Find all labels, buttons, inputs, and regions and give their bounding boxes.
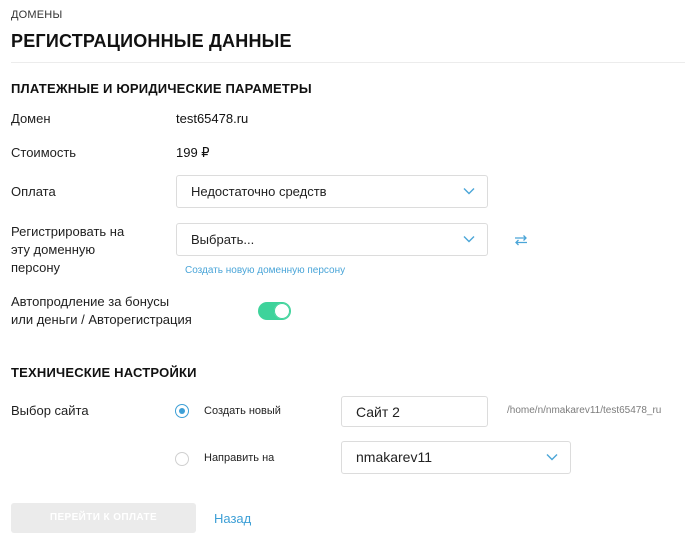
domain-person-select[interactable]: Выбрать...: [176, 223, 488, 256]
chevron-down-icon: [463, 188, 475, 195]
tech-section-title: ТЕХНИЧЕСКИЕ НАСТРОЙКИ: [11, 365, 197, 380]
payment-select-value: Недостаточно средств: [191, 184, 327, 199]
radio-create-new-label[interactable]: Создать новый: [204, 405, 281, 417]
payment-label: Оплата: [11, 184, 56, 199]
cost-value: 199 ₽: [176, 145, 210, 160]
autorenew-label: Автопродление за бонусы или деньги / Авт…: [11, 294, 192, 327]
payment-select[interactable]: Недостаточно средств: [176, 175, 488, 208]
swap-arrows-icon[interactable]: [514, 234, 528, 246]
radio-redirect[interactable]: [175, 452, 189, 466]
domain-person-select-value: Выбрать...: [191, 232, 255, 247]
cost-label: Стоимость: [11, 145, 77, 160]
site-path: /home/n/nmakarev11/test65478_ru: [507, 405, 662, 416]
chevron-down-icon: [546, 454, 558, 461]
back-link[interactable]: Назад: [214, 511, 251, 526]
domain-value: test65478.ru: [176, 111, 249, 126]
payment-section-title: ПЛАТЕЖНЫЕ И ЮРИДИЧЕСКИЕ ПАРАМЕТРЫ: [11, 81, 312, 96]
domain-label: Домен: [11, 111, 51, 126]
radio-create-new[interactable]: [175, 404, 189, 418]
radio-dot: [179, 408, 185, 414]
breadcrumb[interactable]: ДОМЕНЫ: [11, 9, 62, 21]
page-title: РЕГИСТРАЦИОННЫЕ ДАННЫЕ: [11, 31, 292, 51]
site-name-input[interactable]: [341, 396, 488, 427]
redirect-site-select[interactable]: nmakarev11: [341, 441, 571, 474]
autorenew-toggle[interactable]: [258, 302, 291, 320]
divider: [11, 62, 685, 63]
site-choice-label: Выбор сайта: [11, 403, 89, 418]
toggle-knob: [274, 303, 290, 319]
radio-redirect-label[interactable]: Направить на: [204, 452, 274, 464]
chevron-down-icon: [463, 236, 475, 243]
proceed-to-payment-button[interactable]: ПЕРЕЙТИ К ОПЛАТЕ: [11, 503, 196, 533]
person-label: Регистрировать на эту доменную персону: [11, 224, 125, 275]
create-domain-person-link[interactable]: Создать новую доменную персону: [185, 265, 345, 276]
redirect-site-select-value: nmakarev11: [356, 449, 433, 465]
